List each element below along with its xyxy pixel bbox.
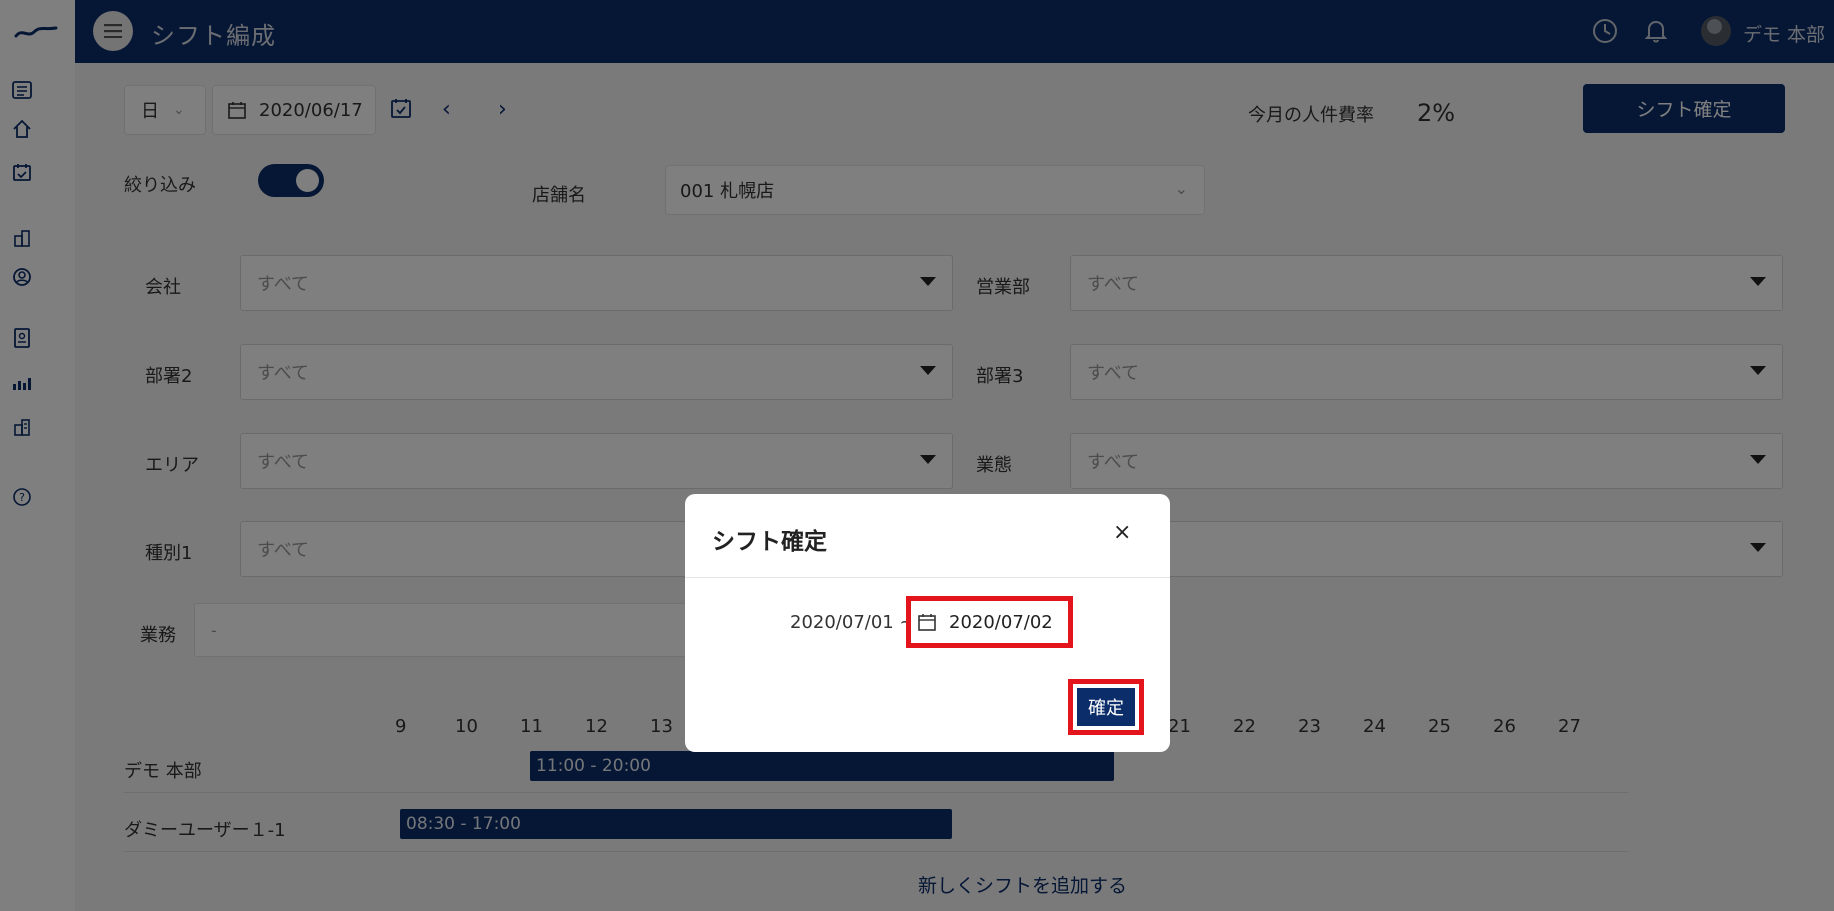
range-start-date: 2020/07/01 ~ bbox=[790, 612, 915, 633]
dialog-divider bbox=[685, 577, 1170, 578]
dialog-title: シフト確定 bbox=[712, 529, 827, 555]
range-end-date-picker[interactable]: 2020/07/02 bbox=[906, 596, 1073, 648]
shift-confirm-dialog: シフト確定 × 2020/07/01 ~ 2020/07/02 確定 bbox=[685, 494, 1170, 752]
calendar-icon bbox=[918, 614, 936, 631]
close-icon[interactable]: × bbox=[1113, 520, 1131, 545]
dialog-confirm-button[interactable]: 確定 bbox=[1077, 688, 1135, 726]
modal-backdrop[interactable] bbox=[0, 0, 1834, 911]
confirm-button-highlight: 確定 bbox=[1068, 679, 1144, 735]
range-end-value: 2020/07/02 bbox=[949, 611, 1053, 633]
